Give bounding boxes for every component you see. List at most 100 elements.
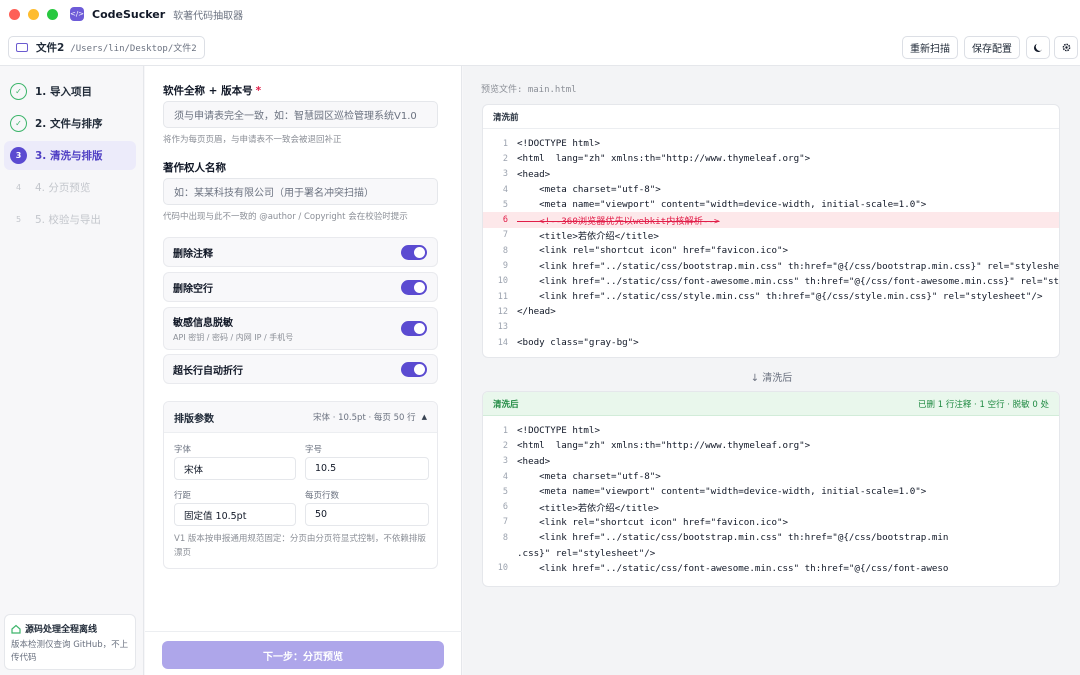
software-name-label: 软件全称 + 版本号 * (163, 83, 261, 98)
gear-icon (1062, 43, 1070, 52)
required-mark: * (255, 85, 262, 97)
save-config-button[interactable]: 保存配置 (964, 36, 1020, 59)
owner-input[interactable]: 如：某某科技有限公司（用于署名冲突扫描） (163, 178, 438, 205)
code-text: <head> (517, 455, 551, 467)
code-text: <html lang="zh" xmlns:th="http://www.thy… (517, 440, 811, 452)
line-number: 12 (497, 306, 508, 317)
step-number: 4 (15, 183, 22, 192)
code-text: <link href="../static/css/style.min.css"… (517, 291, 1043, 303)
app-logo-icon: </> (70, 7, 84, 21)
after-code-header: 清洗后 已删 1 行注释 · 1 空行 · 脱敏 0 处 (483, 392, 1059, 416)
next-step-button[interactable]: 下一步：分页预览 (162, 641, 444, 669)
app-subtitle: 软著代码抽取器 (173, 10, 244, 22)
code-text: <html lang="zh" xmlns:th="http://www.thy… (517, 153, 811, 165)
layout-params-title: 排版参数 (174, 413, 214, 425)
code-line-removed: 6 <!--360浏览器优先以webkit内核解析--> (483, 212, 1059, 228)
code-text: <title>若依介绍</title> (517, 231, 659, 243)
wrap-long-lines-switch[interactable] (401, 361, 427, 377)
code-line: 6 <title>若依介绍</title> (483, 499, 1059, 514)
home-icon (11, 624, 21, 634)
font-input[interactable]: 宋体 (174, 457, 296, 480)
before-code-header: 清洗前 (483, 105, 1059, 129)
close-window-button[interactable] (9, 8, 20, 20)
code-text: <!--360浏览器优先以webkit内核解析--> (517, 216, 720, 228)
code-text: <body class="gray-bg"> (517, 337, 639, 348)
rescan-button[interactable]: 重新扫描 (902, 36, 958, 59)
code-line: 11 <link href="../static/css/style.min.c… (483, 289, 1059, 304)
toggle-label: 删除注释 (173, 248, 213, 260)
line-number: 3 (502, 456, 508, 467)
step-import-project[interactable]: ✓ 1. 导入项目 (4, 77, 136, 106)
code-line: 2 <html lang="zh" xmlns:th="http://www.th… (483, 151, 1059, 166)
code-text: </head> (517, 306, 556, 318)
line-number: 13 (497, 322, 508, 333)
spacing-label: 行距 (174, 491, 192, 501)
line-number: 5 (502, 199, 508, 210)
offline-notice-desc: 版本检测仅查询 GitHub，不上传代码 (11, 640, 129, 663)
code-line: .css}" rel="stylesheet"/> (483, 545, 1059, 560)
step-clean-and-layout[interactable]: 3 3. 清洗与排版 (4, 141, 136, 170)
owner-hint: 代码中出现与此不一致的 @author / Copyright 会在校验时提示 (163, 212, 408, 222)
mask-sensitive-switch[interactable] (401, 321, 427, 336)
code-text: <!DOCTYPE html> (517, 425, 600, 437)
minimize-window-button[interactable] (28, 8, 39, 20)
toggle-label: 删除空行 (173, 283, 213, 295)
code-line: 4 <meta charset="utf-8"> (483, 469, 1059, 484)
title-bar: </> CodeSucker 软著代码抽取器 (0, 0, 1080, 28)
remove-comments-switch[interactable] (401, 244, 427, 260)
code-text: <meta name="viewport" content="width=dev… (517, 486, 927, 498)
code-text: <link rel="shortcut icon" href="favicon.… (517, 245, 789, 257)
settings-button[interactable] (1054, 36, 1078, 59)
code-line: 13 (483, 320, 1059, 335)
line-number: 10 (497, 276, 508, 287)
theme-toggle-button[interactable] (1026, 36, 1050, 59)
line-number: 14 (497, 337, 508, 348)
line-number: 4 (502, 471, 508, 482)
project-name: 文件2 (36, 42, 65, 54)
font-label: 字体 (174, 445, 192, 455)
code-line: 8 <link rel="shortcut icon" href="favico… (483, 243, 1059, 258)
after-code-card: 清洗后 已删 1 行注释 · 1 空行 · 脱敏 0 处 1 <!DOCTYPE … (482, 391, 1060, 587)
after-title: 清洗后 (493, 399, 519, 410)
code-text: <link href="../static/css/bootstrap.min.… (517, 260, 1060, 272)
software-name-hint: 将作为每页页眉，与申请表不一致会被退回补正 (163, 135, 342, 145)
step-label: 4. 分页预览 (35, 182, 91, 194)
code-line: 12 </head> (483, 304, 1059, 319)
size-input[interactable]: 10.5 (305, 457, 429, 480)
step-verify-and-export[interactable]: 5 5. 校验与导出 (4, 205, 136, 234)
code-text: <link href="../static/css/bootstrap.min.… (517, 532, 949, 544)
project-path-selector[interactable]: 文件2 /Users/lin/Desktop/文件2 (8, 36, 205, 59)
step-page-preview[interactable]: 4 4. 分页预览 (4, 173, 136, 202)
spacing-input[interactable]: 固定值 10.5pt (174, 503, 296, 526)
line-number: 2 (502, 440, 508, 451)
preview-file-label: 预览文件: main.html (481, 85, 577, 95)
footer-divider (145, 631, 462, 632)
code-text: <meta charset="utf-8"> (517, 471, 661, 483)
line-number: 1 (502, 138, 508, 149)
maximize-window-button[interactable] (47, 8, 58, 20)
code-text: <meta name="viewport" content="width=dev… (517, 199, 927, 211)
code-line: 2 <html lang="zh" xmlns:th="http://www.th… (483, 438, 1059, 453)
toggle-row-wrap-long-lines: 超长行自动折行 (163, 354, 438, 384)
before-code-card: 清洗前 1 <!DOCTYPE html> 2 <html lang="zh" xml… (482, 104, 1060, 358)
layout-params-summary: 宋体 · 10.5pt · 每页 50 行 (313, 413, 416, 423)
line-number: 11 (497, 291, 508, 302)
step-files-and-order[interactable]: ✓ 2. 文件与排序 (4, 109, 136, 138)
software-name-input[interactable]: 须与申请表完全一致，如：智慧园区巡检管理系统V1.0 (163, 101, 438, 128)
code-line: 9 <link href="../static/css/bootstrap.mi… (483, 258, 1059, 273)
code-line: 4 <meta charset="utf-8"> (483, 182, 1059, 197)
line-number: 3 (502, 169, 508, 180)
clean-arrow-label: ↓ 清洗后 (750, 373, 793, 384)
code-text: .css}" rel="stylesheet"/> (517, 547, 656, 559)
line-number: 8 (502, 532, 508, 543)
toolbar: 文件2 /Users/lin/Desktop/文件2 重新扫描 保存配置 (0, 28, 1080, 66)
code-text: <link href="../static/css/font-awesome.m… (517, 562, 949, 574)
lines-per-page-input[interactable]: 50 (305, 503, 429, 526)
before-title: 清洗前 (493, 112, 519, 123)
code-line: 14 <body class="gray-bg"> (483, 335, 1059, 350)
remove-blank-lines-switch[interactable] (401, 279, 427, 295)
layout-params-header[interactable]: 排版参数 宋体 · 10.5pt · 每页 50 行 ▲ (164, 402, 437, 433)
line-number: 5 (502, 486, 508, 497)
code-line: 10 <link href="../static/css/font-awesom… (483, 274, 1059, 289)
step-label: 3. 清洗与排版 (35, 150, 103, 162)
